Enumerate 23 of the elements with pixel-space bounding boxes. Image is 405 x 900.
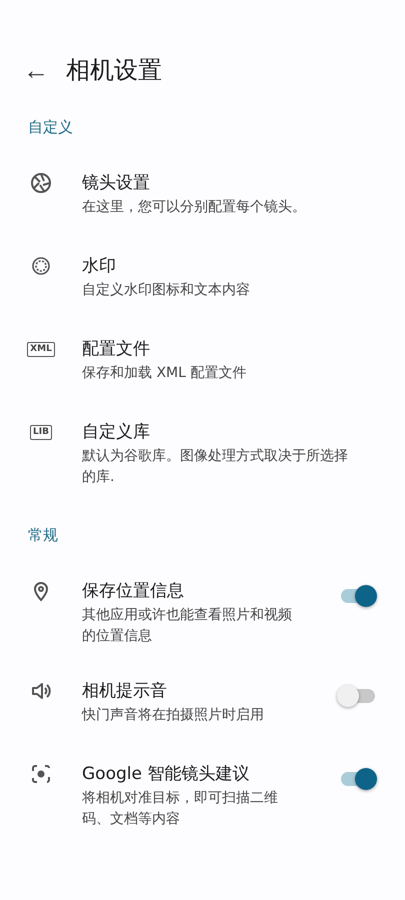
setting-description: 其他应用或许也能查看照片和视频的位置信息	[82, 606, 293, 646]
tag-icon: XML	[27, 342, 55, 357]
setting-description: 快门声音将在拍摄照片时启用	[82, 706, 265, 725]
tag-icon: LIB	[30, 425, 52, 440]
aperture-icon	[29, 171, 53, 195]
back-button[interactable]: ←	[18, 54, 54, 86]
setting-title[interactable]: 配置文件	[82, 337, 356, 361]
section-title: 自定义	[27, 118, 74, 137]
setting-description: 保存和加载 XML 配置文件	[82, 364, 248, 383]
setting-description: 将相机对准目标，即可扫描二维码、文档等内容	[82, 789, 279, 829]
setting-title[interactable]: 保存位置信息	[82, 579, 300, 603]
setting-title[interactable]: 镜头设置	[82, 171, 356, 195]
lens-icon	[29, 762, 53, 786]
setting-title[interactable]: 相机提示音	[82, 679, 300, 703]
page-title: 相机设置	[66, 55, 162, 86]
stamp-icon	[29, 254, 53, 278]
setting-description: 在这里，您可以分别配置每个镜头。	[82, 198, 307, 217]
setting-title[interactable]: 水印	[82, 254, 356, 278]
setting-title[interactable]: 自定义库	[82, 420, 356, 444]
setting-title[interactable]: Google 智能镜头建议	[82, 762, 300, 786]
section-title: 常规	[27, 526, 59, 545]
setting-description: 自定义水印图标和文本内容	[82, 281, 251, 300]
setting-description: 默认为谷歌库。图像处理方式取决于所选择的库.	[82, 447, 349, 487]
